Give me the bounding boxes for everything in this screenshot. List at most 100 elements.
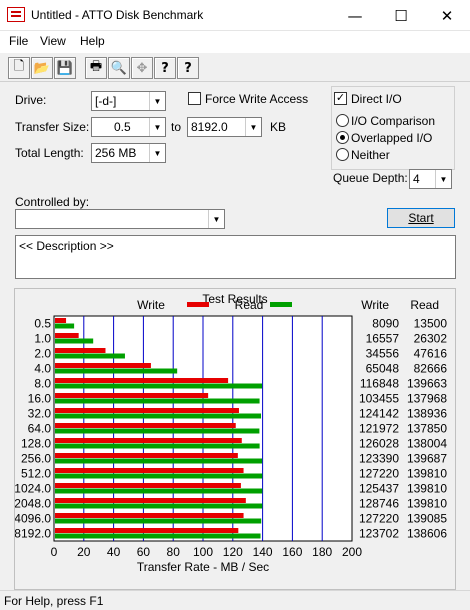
write-bar (55, 363, 151, 368)
read-value: 138606 (407, 527, 447, 541)
menu-file[interactable]: File (9, 34, 28, 48)
transfer-to-value: 8192.0 (191, 120, 228, 134)
transfer-size-from-select[interactable]: 0.5 ▼ (91, 117, 166, 137)
transfer-size-to-select[interactable]: 8192.0 ▼ (187, 117, 262, 137)
read-bar (55, 428, 260, 434)
save-icon[interactable]: 💾 (54, 57, 76, 79)
read-bar (55, 518, 262, 524)
read-value: 26302 (414, 332, 448, 346)
move-icon[interactable]: ✥ (131, 57, 153, 79)
read-bar (55, 533, 261, 539)
atto-app-icon (7, 7, 25, 22)
x-tick-label: 20 (77, 545, 91, 559)
read-column-header: Read (410, 298, 439, 312)
write-value: 103455 (359, 392, 399, 406)
direct-io-label: Direct I/O (351, 92, 402, 106)
read-value: 138004 (407, 437, 447, 451)
legend-read-label: Read (235, 298, 264, 312)
write-value: 127220 (359, 512, 399, 526)
write-bar (55, 333, 79, 338)
read-value: 139085 (407, 512, 447, 526)
legend-write-label: Write (137, 298, 165, 312)
category-label: 8.0 (34, 377, 51, 391)
write-bar (55, 423, 236, 428)
queue-depth-label: Queue Depth: (333, 171, 408, 185)
help-icon[interactable]: ? (154, 57, 176, 79)
write-bar (55, 348, 106, 353)
read-bar (55, 488, 263, 494)
read-bar (55, 353, 125, 359)
menu-bar: File View Help (0, 31, 470, 52)
chevron-down-icon: ▼ (245, 118, 261, 136)
category-label: 1.0 (34, 332, 51, 346)
write-value: 126028 (359, 437, 399, 451)
write-value: 16557 (366, 332, 400, 346)
controlled-by-label: Controlled by: (15, 195, 90, 209)
minimize-button[interactable]: — (332, 0, 378, 31)
category-label: 2.0 (34, 347, 51, 361)
write-value: 116848 (360, 377, 399, 391)
force-write-checkbox[interactable] (188, 92, 201, 105)
write-value: 121972 (359, 422, 399, 436)
total-length-select[interactable]: 256 MB ▼ (91, 143, 166, 163)
read-value: 13500 (414, 317, 448, 331)
menu-view[interactable]: View (40, 34, 66, 48)
open-folder-icon[interactable]: 📂 (31, 57, 53, 79)
drive-select[interactable]: [-d-] ▼ (91, 91, 166, 111)
read-bar (55, 443, 260, 449)
overlapped-io-radio[interactable] (336, 131, 349, 144)
write-bar (55, 513, 244, 518)
read-value: 139687 (407, 452, 447, 466)
neither-label: Neither (351, 148, 390, 162)
new-file-icon[interactable]: 🗋 (8, 57, 30, 79)
read-value: 139810 (407, 497, 447, 511)
benchmark-chart: Test ResultsWrite Read Write Read0 20 40 60 80 1… (15, 292, 448, 574)
category-label: 64.0 (28, 422, 52, 436)
read-value: 139810 (407, 467, 447, 481)
read-value: 137850 (407, 422, 447, 436)
write-bar (55, 453, 238, 458)
io-comparison-radio[interactable] (336, 114, 349, 127)
category-label: 128.0 (21, 437, 51, 451)
close-button[interactable]: ✕ (424, 0, 470, 31)
controlled-by-select[interactable]: ▼ (15, 209, 225, 229)
queue-depth-value: 4 (413, 172, 420, 186)
legend-read-swatch (270, 302, 292, 307)
read-value: 139810 (407, 482, 447, 496)
menu-help[interactable]: Help (80, 34, 105, 48)
x-tick-label: 60 (137, 545, 151, 559)
x-tick-label: 120 (223, 545, 243, 559)
read-bar (55, 413, 262, 419)
context-help-icon[interactable]: ? (177, 57, 199, 79)
write-value: 8090 (372, 317, 399, 331)
category-label: 4.0 (34, 362, 51, 376)
category-label: 16.0 (28, 392, 52, 406)
legend-write-swatch (187, 302, 209, 307)
write-value: 34556 (366, 347, 400, 361)
print-preview-icon[interactable]: 🔍 (108, 57, 130, 79)
write-bar (55, 483, 241, 488)
x-axis-label: Transfer Rate - MB / Sec (137, 560, 269, 574)
category-label: 32.0 (28, 407, 52, 421)
start-label: Start (408, 211, 434, 225)
start-button[interactable]: Start (387, 208, 455, 228)
maximize-button[interactable]: ☐ (378, 0, 424, 31)
category-label: 2048.0 (15, 497, 51, 511)
x-tick-label: 100 (193, 545, 213, 559)
neither-radio[interactable] (336, 148, 349, 161)
x-tick-label: 80 (167, 545, 181, 559)
queue-depth-select[interactable]: 4 ▼ (409, 169, 452, 189)
chevron-down-icon: ▼ (149, 118, 165, 136)
transfer-size-label: Transfer Size: (15, 120, 90, 134)
direct-io-checkbox[interactable]: ✓ (334, 92, 347, 105)
write-value: 128746 (359, 497, 399, 511)
read-bar (55, 323, 75, 329)
x-tick-label: 140 (253, 545, 273, 559)
drive-value: [-d-] (95, 94, 117, 108)
x-tick-label: 200 (342, 545, 362, 559)
print-icon[interactable]: 🖶 (85, 57, 107, 79)
read-bar (55, 458, 263, 464)
description-textarea[interactable]: << Description >> (15, 235, 456, 279)
write-value: 125437 (359, 482, 399, 496)
read-value: 82666 (414, 362, 448, 376)
